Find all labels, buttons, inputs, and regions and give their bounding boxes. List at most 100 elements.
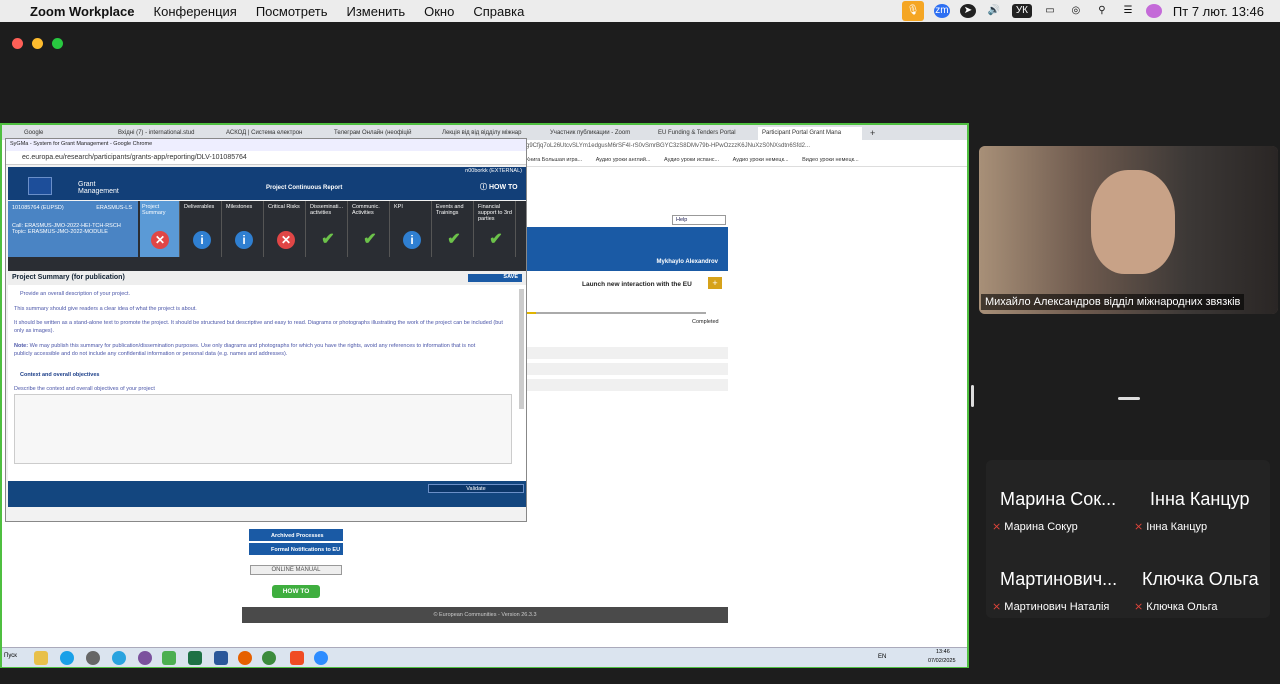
nav-tab-label: KPI [394, 204, 403, 210]
launch-plus-button[interactable]: + [708, 277, 722, 289]
bookmark[interactable]: Аудио уроки немецк... [733, 157, 789, 163]
nav-tab-label: Project Summary [142, 204, 166, 216]
bookmark[interactable]: Книга Большая игра... [526, 157, 582, 163]
nav-tab-label: Critical Risks [268, 204, 300, 210]
side-panel-divider[interactable] [1118, 397, 1140, 400]
browser-tab[interactable]: EU Funding & Tenders Portal [654, 127, 754, 140]
volume-icon[interactable]: 🔊 [986, 4, 1002, 18]
viber-icon[interactable] [138, 651, 152, 665]
nav-tab[interactable]: Financial support to 3rd parties ✔ [476, 201, 516, 257]
telegram-icon[interactable]: ➤ [959, 4, 976, 18]
shared-screen: Google Вхідні (7) - international.stud А… [0, 123, 969, 668]
content-scrollbar[interactable] [519, 289, 524, 409]
browser-tab-active[interactable]: Participant Portal Grant Mana [758, 127, 862, 140]
nav-tab[interactable]: Disseminati... activities ✔ [308, 201, 348, 257]
instruction-1: Provide an overall description of your p… [20, 291, 131, 297]
speaker-head [1091, 170, 1175, 274]
topic-id: Topic: ERASMUS-JMO-2022-MODULE [12, 229, 108, 235]
bookmark[interactable]: Аудио уроки англий... [596, 157, 651, 163]
portal-user[interactable]: Mykhaylo Alexandrov [657, 259, 718, 265]
online-manual-button[interactable]: ONLINE MANUAL [250, 565, 342, 575]
nav-tab[interactable]: KPI i [392, 201, 432, 257]
zoom-taskbar-icon[interactable] [314, 651, 328, 665]
participant-name: Інна Канцур [1146, 521, 1208, 533]
word-icon[interactable] [214, 651, 228, 665]
save-button[interactable]: SAVE [468, 274, 522, 282]
siri-icon[interactable] [1145, 4, 1162, 18]
address-bar[interactable]: g9Cfjq7oL26UtcvSLYm1edgusM6rSF4I-rS0vSmr… [522, 140, 967, 154]
firefox-icon[interactable] [238, 651, 252, 665]
control-center-icon[interactable]: ☰ [1120, 4, 1136, 18]
menu-conference[interactable]: Конференция [154, 4, 237, 19]
close-window-button[interactable] [12, 38, 23, 49]
app-name[interactable]: Zoom Workplace [30, 4, 135, 19]
nav-tab[interactable]: Events and Trainings ✔ [434, 201, 474, 257]
skype-icon[interactable] [60, 651, 74, 665]
help-dropdown[interactable]: Help [672, 215, 726, 225]
nav-tab-label: Milestones [226, 204, 253, 210]
menu-help[interactable]: Справка [473, 4, 524, 19]
menu-edit[interactable]: Изменить [346, 4, 405, 19]
participant-tile[interactable]: Інна Канцур ⨯ Інна Канцур [1128, 460, 1270, 539]
list-row [522, 347, 728, 359]
taskbar-date[interactable]: 07/02/2025 [928, 658, 956, 664]
photos-icon[interactable] [162, 651, 176, 665]
participants-gallery: Марина Сок... ⨯ Марина Сокур Інна Канцур… [986, 460, 1270, 618]
howto-button[interactable]: HOW TO [272, 585, 320, 598]
nav-tab[interactable]: Communic. Activities ✔ [350, 201, 390, 257]
bookmark[interactable]: Видео уроки немецк... [802, 157, 859, 163]
start-button[interactable]: Пуск [4, 653, 17, 659]
muted-mic-icon: ⨯ [992, 601, 1005, 613]
screen-mirroring-icon[interactable]: ◎ [1068, 4, 1084, 18]
mac-menubar: Zoom Workplace Конференция Посмотреть Из… [0, 0, 1280, 22]
howto-header-button[interactable]: ⓘ HOW TO [480, 182, 518, 192]
participant-title: Мартинович... [1000, 569, 1118, 589]
bookmark[interactable]: Аудио уроки испанс... [664, 157, 719, 163]
nav-tab[interactable]: Deliverables i [182, 201, 222, 257]
search-icon[interactable]: ⚲ [1094, 4, 1110, 18]
chrome-icon[interactable] [262, 651, 276, 665]
launch-interaction[interactable]: Launch new interaction with the EU [582, 281, 692, 288]
participant-tile[interactable]: Ключка Ольга ⨯ Ключка Ольга [1128, 539, 1270, 618]
speaker-video-tile[interactable]: Михайло Александров відділ міжнародних з… [979, 146, 1278, 314]
check-icon: ✔ [321, 231, 335, 248]
taskbar-language[interactable]: EN [878, 654, 886, 660]
browser-tab[interactable]: Участник публикации - Zoom [546, 127, 650, 140]
participant-tile[interactable]: Марина Сок... ⨯ Марина Сокур [986, 460, 1128, 539]
section-title: Project Summary (for publication) [12, 274, 125, 281]
nav-tab[interactable]: Critical Risks ✕ [266, 201, 306, 257]
maximize-window-button[interactable] [52, 38, 63, 49]
file-explorer-icon[interactable] [34, 651, 48, 665]
nav-tab[interactable]: Project Summary ✕ [140, 201, 180, 257]
taskbar-time[interactable]: 13:46 [936, 649, 950, 655]
section-header: Project Summary (for publication) SAVE [8, 271, 526, 285]
menubar-clock[interactable]: Пт 7 лют. 13:46 [1173, 4, 1264, 19]
progress-track [522, 312, 706, 314]
telegram-taskbar-icon[interactable] [112, 651, 126, 665]
muted-mic-icon: ⨯ [992, 521, 1005, 533]
input-language[interactable]: УК [1011, 4, 1032, 18]
project-id: 101085764 (EUPSD) [12, 205, 64, 211]
menu-view[interactable]: Посмотреть [256, 4, 328, 19]
formal-notifications-link[interactable]: Formal Notifications to EU [248, 542, 344, 556]
participant-name: Марина Сокур [1004, 521, 1078, 533]
validate-button[interactable]: Validate [428, 484, 524, 493]
windows-taskbar: Пуск EN 13:46 07/02/2025 [2, 647, 967, 667]
summary-content: Provide an overall description of your p… [8, 285, 526, 481]
microphone-icon[interactable]: 🎙 [901, 1, 924, 21]
zoom-status-icon[interactable]: zm [933, 4, 950, 18]
archived-processes-link[interactable]: Archived Processes [248, 528, 344, 542]
resize-handle[interactable] [971, 385, 974, 407]
excel-icon[interactable] [188, 651, 202, 665]
context-textarea[interactable] [14, 394, 512, 464]
whatsapp-icon[interactable] [86, 651, 100, 665]
new-tab-button[interactable]: + [866, 125, 879, 138]
menu-window[interactable]: Окно [424, 4, 454, 19]
nav-tab[interactable]: Milestones i [224, 201, 264, 257]
minimize-window-button[interactable] [32, 38, 43, 49]
brave-icon[interactable] [290, 651, 304, 665]
note-text: Note: We may publish this summary for pu… [14, 343, 476, 357]
context-heading[interactable]: Context and overall objectives [20, 372, 520, 378]
battery-icon[interactable]: ▭ [1042, 4, 1058, 18]
participant-tile[interactable]: Мартинович... ⨯ Мартинович Наталія [986, 539, 1128, 618]
